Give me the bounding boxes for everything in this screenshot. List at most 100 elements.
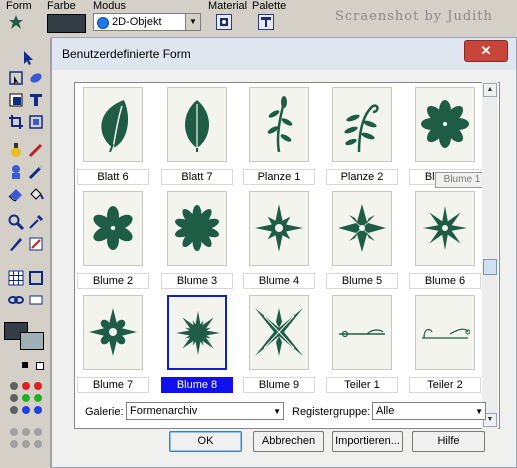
farbe-color-well[interactable] — [47, 14, 86, 33]
shape-label[interactable]: Teiler 1 — [326, 377, 398, 393]
fern-icon — [344, 104, 379, 152]
shape-thumbnail[interactable] — [249, 191, 309, 266]
shape-thumbnail[interactable] — [415, 87, 475, 162]
text-tool-icon[interactable] — [28, 92, 44, 108]
shape-label[interactable]: Blume 7 — [77, 377, 149, 393]
shape-label[interactable]: Blume 8 — [161, 377, 233, 393]
tooltip: Blume 1 — [435, 172, 489, 188]
material-label: Material — [208, 0, 248, 12]
eyedropper-icon[interactable] — [28, 214, 44, 230]
hilfe-button[interactable]: Hilfe — [412, 431, 485, 452]
blue-channel-alt-icon[interactable] — [34, 406, 42, 414]
grid-icon[interactable] — [8, 270, 24, 286]
option-6-icon[interactable] — [34, 440, 42, 448]
shape-label[interactable]: Blume 3 — [161, 273, 233, 289]
importieren-button[interactable]: Importieren... — [332, 431, 403, 452]
deform-icon[interactable] — [28, 114, 44, 130]
abbrechen-button[interactable]: Abbrechen — [253, 431, 324, 452]
shape-thumbnail[interactable] — [415, 191, 475, 266]
warp-icon[interactable] — [28, 236, 44, 252]
shape-label[interactable]: Blatt 7 — [161, 169, 233, 185]
option-4-icon[interactable] — [10, 440, 18, 448]
dialog-titlebar[interactable]: Benutzerdefinierte Form ✕ — [52, 38, 516, 70]
shape-thumbnail[interactable] — [83, 191, 143, 266]
divider-icon — [422, 328, 470, 339]
galerie-dropdown[interactable]: Formenarchiv ▼ — [126, 402, 284, 420]
pick-tool-icon[interactable] — [8, 70, 24, 86]
palette-icon[interactable] — [258, 14, 274, 30]
white-swatch[interactable] — [36, 362, 44, 370]
shape-thumbnail[interactable] — [332, 191, 392, 266]
flower-icon — [421, 100, 469, 148]
modus-value: 2D-Objekt — [112, 16, 162, 28]
crop-icon[interactable] — [8, 114, 24, 130]
modus-dropdown[interactable]: 2D-Objekt ▼ — [93, 13, 201, 31]
shape-label[interactable]: Blume 5 — [326, 273, 398, 289]
stroke-color-swatch[interactable] — [20, 332, 44, 350]
black-swatch[interactable] — [22, 362, 28, 368]
shape-label[interactable]: Teiler 2 — [409, 377, 481, 393]
option-3-icon[interactable] — [34, 428, 42, 436]
divider-icon — [339, 329, 385, 338]
option-2-icon[interactable] — [22, 428, 30, 436]
gray-channel-2-icon[interactable] — [10, 394, 18, 402]
shape-label[interactable]: Planze 1 — [243, 169, 315, 185]
green-channel-icon[interactable] — [22, 394, 30, 402]
galerie-value: Formenarchiv — [130, 405, 198, 417]
fill-icon[interactable] — [28, 186, 44, 202]
shape-label[interactable]: Blume 6 — [409, 273, 481, 289]
leaf-icon — [184, 100, 210, 152]
zoom-icon[interactable] — [8, 214, 24, 230]
red-channel-icon[interactable] — [22, 382, 30, 390]
link-icon[interactable] — [8, 292, 24, 308]
color-replacer-icon[interactable] — [8, 142, 24, 158]
shape-label[interactable]: Planze 2 — [326, 169, 398, 185]
shape-label[interactable]: Blume 4 — [243, 273, 315, 289]
retouch-icon[interactable] — [28, 164, 44, 180]
shape-label[interactable]: Blume 9 — [243, 377, 315, 393]
shape-thumbnail[interactable] — [167, 87, 227, 162]
ok-button[interactable]: OK — [169, 431, 242, 452]
shape-thumbnail[interactable] — [249, 87, 309, 162]
shape-thumbnail[interactable] — [249, 295, 309, 370]
pen-icon[interactable] — [8, 236, 24, 252]
shape-icon[interactable] — [8, 92, 24, 108]
gallery-scrollbar[interactable]: ▲ ▼ — [482, 82, 498, 429]
close-icon[interactable]: ✕ — [464, 40, 508, 62]
registergruppe-value: Alle — [376, 405, 395, 417]
gray-channel-3-icon[interactable] — [10, 406, 18, 414]
registergruppe-dropdown[interactable]: Alle ▼ — [372, 402, 486, 420]
option-1-icon[interactable] — [10, 428, 18, 436]
blue-channel-icon[interactable] — [22, 406, 30, 414]
shape-label[interactable]: Blume 2 — [77, 273, 149, 289]
shape-thumbnail[interactable] — [415, 295, 475, 370]
red-channel-alt-icon[interactable] — [34, 382, 42, 390]
flower-icon — [93, 206, 133, 250]
clone-brush-icon[interactable] — [8, 164, 24, 180]
flower-icon — [89, 308, 137, 356]
eraser-icon[interactable] — [8, 186, 24, 202]
paint-brush-icon[interactable] — [28, 142, 44, 158]
shape-thumbnail[interactable] — [83, 295, 143, 370]
arrow-pointer-icon[interactable] — [20, 50, 36, 66]
shape-picker-icon[interactable] — [8, 14, 24, 30]
shape-thumbnail[interactable] — [83, 87, 143, 162]
object-mode-icon — [97, 17, 109, 29]
option-5-icon[interactable] — [22, 440, 30, 448]
shape-thumbnail[interactable] — [332, 295, 392, 370]
green-channel-alt-icon[interactable] — [34, 394, 42, 402]
shape-thumbnail[interactable] — [167, 191, 227, 266]
node-edit-icon[interactable] — [28, 70, 44, 86]
layer-icon[interactable] — [28, 292, 44, 308]
form-label: Form — [6, 0, 32, 12]
shape-thumbnail[interactable] — [332, 87, 392, 162]
scroll-up-icon[interactable]: ▲ — [483, 83, 497, 97]
frame-icon[interactable] — [28, 270, 44, 286]
material-icon[interactable] — [216, 14, 232, 30]
shape-thumbnail[interactable] — [167, 295, 227, 370]
shape-label[interactable]: Blatt 6 — [77, 169, 149, 185]
gray-channel-icon[interactable] — [10, 382, 18, 390]
chevron-down-icon: ▼ — [273, 407, 281, 416]
scroll-thumb[interactable] — [483, 259, 497, 275]
flower-icon — [255, 308, 303, 356]
